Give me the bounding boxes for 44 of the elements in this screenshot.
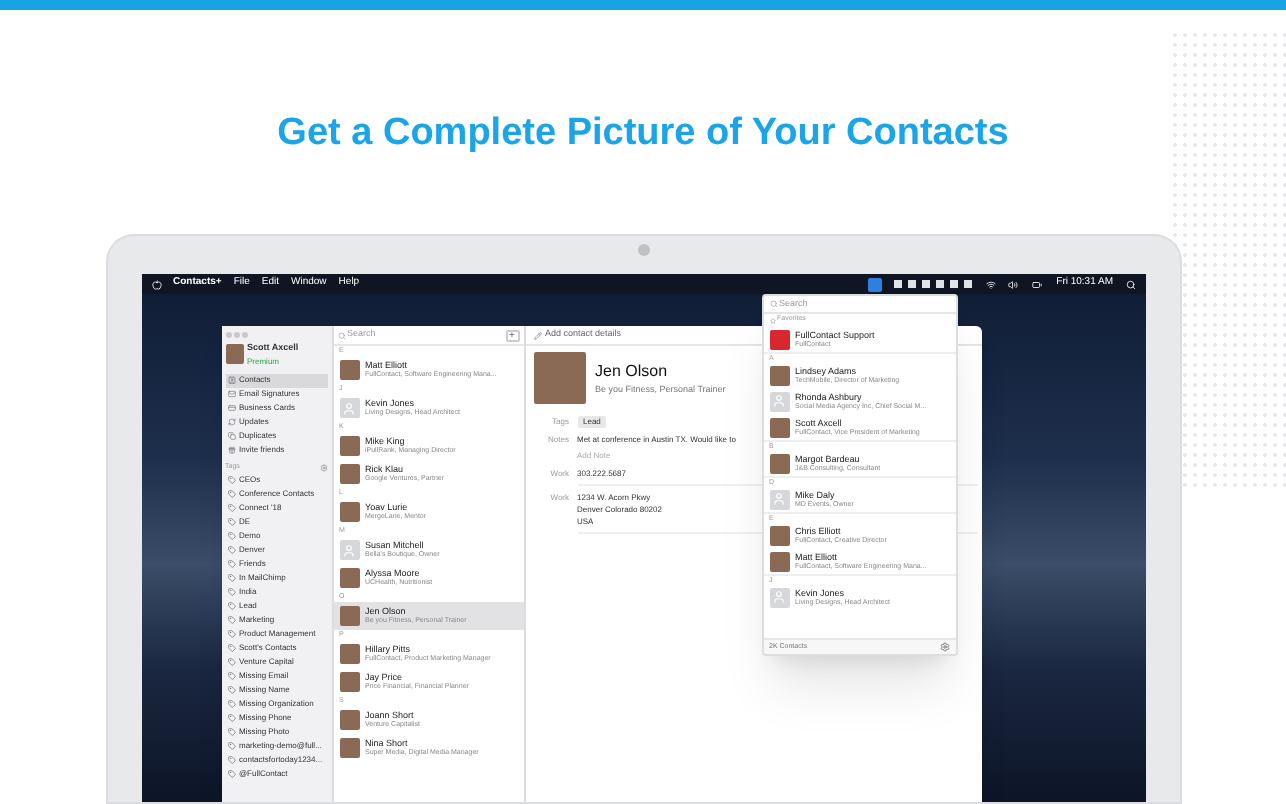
apple-icon[interactable] — [151, 279, 161, 289]
search-icon[interactable] — [1125, 279, 1135, 289]
tag-icon — [227, 532, 235, 541]
tag-icon — [227, 546, 235, 555]
wifi-icon[interactable] — [986, 279, 997, 289]
tag-icon — [227, 672, 235, 681]
tag-icon — [227, 770, 235, 779]
tag-icon — [227, 504, 235, 513]
tag-icon — [227, 742, 235, 751]
tag-icon — [227, 574, 235, 583]
contact-title: Jen Olson — [595, 359, 670, 384]
sidebar-item-icon — [227, 432, 235, 441]
search-icon — [769, 300, 777, 308]
logo-icon — [769, 329, 789, 349]
app-tray-icon[interactable] — [868, 277, 883, 291]
tag-icon — [227, 644, 235, 653]
camera-icon — [637, 244, 649, 256]
tag-icon — [227, 756, 235, 765]
settings-icon[interactable] — [939, 642, 949, 652]
tag-icon — [227, 490, 235, 499]
tag-icon — [227, 714, 235, 723]
tag-icon — [227, 588, 235, 597]
headline: Get a Complete Picture of Your Contacts — [277, 110, 1009, 158]
volume-icon[interactable] — [1008, 279, 1019, 289]
sidebar-item-icon — [227, 446, 235, 455]
tag-icon — [227, 700, 235, 709]
sidebar-item-icon — [227, 376, 235, 385]
tag-icon — [227, 476, 235, 485]
tag-icon — [227, 518, 235, 527]
search-icon — [337, 331, 345, 339]
tag-icon — [227, 686, 235, 695]
photo-placeholder — [225, 344, 243, 365]
tag-icon — [227, 728, 235, 737]
sidebar-item-icon — [227, 390, 235, 399]
menu-extras-drawing — [894, 280, 975, 288]
tag-icon — [227, 560, 235, 569]
battery-icon[interactable] — [1030, 279, 1045, 289]
sidebar-item-icon — [227, 418, 235, 427]
tag-icon — [227, 630, 235, 639]
tag-icon — [227, 658, 235, 667]
tag-icon — [227, 602, 235, 611]
tag-icon — [227, 616, 235, 625]
photo-placeholder — [533, 352, 585, 404]
sidebar-item-icon — [227, 404, 235, 413]
